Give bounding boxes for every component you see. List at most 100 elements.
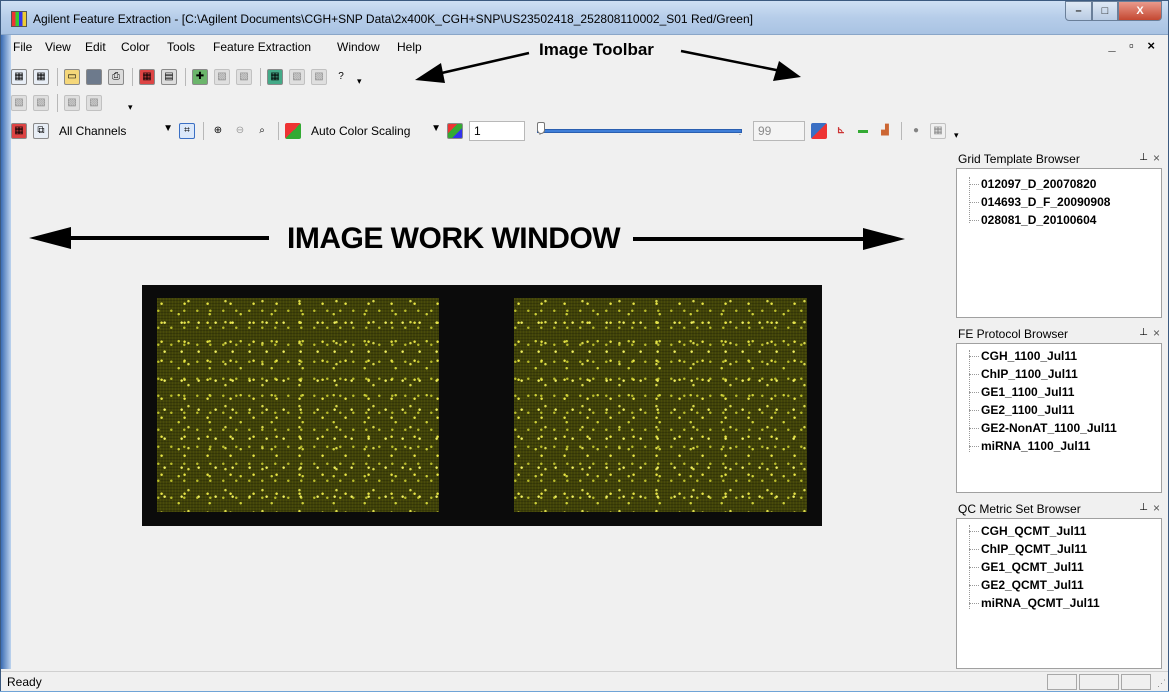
qc-metric-item[interactable]: miRNA_QCMT_Jul11 xyxy=(981,596,1100,610)
histogram-icon[interactable]: ▬ xyxy=(855,123,871,139)
chevron-down-icon: ▼ xyxy=(163,123,173,134)
menu-tools[interactable]: Tools xyxy=(167,40,195,54)
menu-window[interactable]: Window xyxy=(337,40,380,54)
paste-icon[interactable]: ▧ xyxy=(86,95,102,111)
project-icon[interactable]: ▧ xyxy=(214,69,230,85)
app-icon xyxy=(11,11,27,27)
qc-metric-item[interactable]: CGH_QCMT_Jul11 xyxy=(981,524,1086,538)
grid-template-browser: 012097_D_20070820 014693_D_F_20090908 02… xyxy=(956,168,1162,318)
pin-icon[interactable]: ⊥ xyxy=(1139,327,1148,338)
menu-file[interactable]: File xyxy=(13,40,32,54)
pin-icon[interactable]: ⊥ xyxy=(1139,152,1148,163)
qc-metric-item[interactable]: GE2_QCMT_Jul11 xyxy=(981,578,1084,592)
plot-icon[interactable]: ⊾ xyxy=(833,123,849,139)
zoom-out-icon[interactable]: ⊖ xyxy=(232,123,248,139)
toolbar-overflow-icon[interactable]: ▾ xyxy=(357,76,362,87)
report-icon[interactable]: ▧ xyxy=(236,69,252,85)
fe-protocol-item[interactable]: ChIP_1100_Jul11 xyxy=(981,367,1078,381)
qc-metric-item[interactable]: ChIP_QCMT_Jul11 xyxy=(981,542,1087,556)
print-icon[interactable]: ⎙ xyxy=(108,69,124,85)
grid-icon[interactable]: ▦ xyxy=(139,69,155,85)
channels-select-value: All Channels xyxy=(59,124,127,138)
scale-value-field[interactable]: 1 xyxy=(469,121,525,141)
toolbar-separator xyxy=(901,122,902,140)
open-image-icon[interactable]: ▦ xyxy=(11,69,27,85)
intensity-slider[interactable]: ˙ ˙ xyxy=(537,121,747,142)
crop-icon[interactable]: ⌗ xyxy=(179,123,195,139)
zoom-in-icon[interactable]: ⊕ xyxy=(210,123,226,139)
batch-icon[interactable]: ▦ xyxy=(267,69,283,85)
auto-scale-icon[interactable] xyxy=(811,123,827,139)
menu-edit[interactable]: Edit xyxy=(85,40,106,54)
open-folder-icon[interactable]: ▭ xyxy=(64,69,80,85)
zoom-fit-icon[interactable]: ⌕ xyxy=(254,123,270,139)
maximize-button[interactable]: □ xyxy=(1092,1,1118,21)
toolbar-separator xyxy=(57,94,58,112)
bar-chart-icon[interactable]: ▟ xyxy=(877,123,893,139)
grid-template-browser-title: Grid Template Browser xyxy=(958,152,1080,166)
copy-icon[interactable]: ▧ xyxy=(64,95,80,111)
spot-icon[interactable]: ● xyxy=(908,123,924,139)
qc-metric-item[interactable]: GE1_QCMT_Jul11 xyxy=(981,560,1084,574)
color-scaling-value: Auto Color Scaling xyxy=(311,124,411,138)
layout-icon[interactable]: ▤ xyxy=(161,69,177,85)
save-icon[interactable] xyxy=(86,69,102,85)
qc-icon[interactable]: ▧ xyxy=(289,69,305,85)
menu-help[interactable]: Help xyxy=(397,40,422,54)
grid-template-item[interactable]: 012097_D_20070820 xyxy=(981,177,1096,191)
fe-protocol-item[interactable]: miRNA_1100_Jul11 xyxy=(981,439,1090,453)
fe-protocol-item[interactable]: GE2_1100_Jul11 xyxy=(981,403,1074,417)
close-icon[interactable]: × xyxy=(1153,326,1160,340)
run-icon[interactable]: ▧ xyxy=(11,95,27,111)
qc-metric-browser-title: QC Metric Set Browser xyxy=(958,502,1081,516)
slider-max-field[interactable]: 99 xyxy=(753,121,805,141)
toolbar-overflow-icon[interactable]: ▾ xyxy=(128,102,133,113)
run-all-icon[interactable]: ▧ xyxy=(33,95,49,111)
grid-template-item[interactable]: 028081_D_20100604 xyxy=(981,213,1096,227)
color-channels-icon[interactable] xyxy=(285,123,301,139)
main-toolbar: ▦ ▦ ▭ ⎙ ▦ ▤ ✚ ▧ ▧ ▦ ▧ ▧ ? ▾ xyxy=(11,64,362,90)
fe-protocol-item[interactable]: GE1_1100_Jul11 xyxy=(981,385,1074,399)
pin-icon[interactable]: ⊥ xyxy=(1139,502,1148,513)
arrow-head xyxy=(863,228,905,250)
menu-feature-extraction[interactable]: Feature Extraction xyxy=(213,40,311,54)
close-button[interactable]: X xyxy=(1118,1,1162,21)
grid-view-icon[interactable]: ▦ xyxy=(930,123,946,139)
export-icon[interactable]: ▧ xyxy=(311,69,327,85)
toolbar-separator xyxy=(57,68,58,86)
toolbar-separator xyxy=(203,122,204,140)
fe-protocol-item[interactable]: CGH_1100_Jul11 xyxy=(981,349,1077,363)
toolbar-overflow-icon[interactable]: ▾ xyxy=(954,130,959,141)
status-pane xyxy=(1121,674,1151,690)
slider-tick: ˙ xyxy=(539,133,542,142)
open-multiple-icon[interactable]: ▦ xyxy=(33,69,49,85)
resize-grip-icon[interactable]: ⋰ xyxy=(1157,678,1166,689)
mdi-controls[interactable]: _ ▫ × xyxy=(1108,38,1160,53)
qc-metric-browser: CGH_QCMT_Jul11 ChIP_QCMT_Jul11 GE1_QCMT_… xyxy=(956,518,1162,669)
fe-protocol-browser: CGH_1100_Jul11 ChIP_1100_Jul11 GE1_1100_… xyxy=(956,343,1162,493)
status-pane xyxy=(1079,674,1119,690)
minimize-button[interactable]: – xyxy=(1065,1,1092,21)
arrow-head xyxy=(29,227,71,249)
microarray-image[interactable] xyxy=(142,285,822,526)
toolbar-separator xyxy=(278,122,279,140)
menu-view[interactable]: View xyxy=(45,40,71,54)
slider-tick: ˙ xyxy=(739,133,742,142)
image-copy-icon[interactable]: ⧉ xyxy=(33,123,49,139)
close-icon[interactable]: × xyxy=(1153,501,1160,515)
menu-color[interactable]: Color xyxy=(121,40,150,54)
status-bar: Ready ⋰ xyxy=(1,671,1168,691)
app-window: Agilent Feature Extraction - [C:\Agilent… xyxy=(0,0,1169,691)
color-scaling-select[interactable]: Auto Color Scaling ▼ xyxy=(307,121,443,141)
fe-protocol-item[interactable]: GE2-NonAT_1100_Jul11 xyxy=(981,421,1117,435)
color-map-icon[interactable] xyxy=(447,123,463,139)
extract-icon[interactable]: ✚ xyxy=(192,69,208,85)
window-controls: – □ X xyxy=(1065,1,1162,21)
grid-template-item[interactable]: 014693_D_F_20090908 xyxy=(981,195,1110,209)
channels-select[interactable]: All Channels ▼ xyxy=(55,121,175,141)
close-icon[interactable]: × xyxy=(1153,151,1160,165)
toolbar-separator xyxy=(185,68,186,86)
help-icon[interactable]: ? xyxy=(333,69,349,85)
image-view-icon[interactable]: ▦ xyxy=(11,123,27,139)
image-toolbar-annotation: Image Toolbar xyxy=(539,40,654,59)
